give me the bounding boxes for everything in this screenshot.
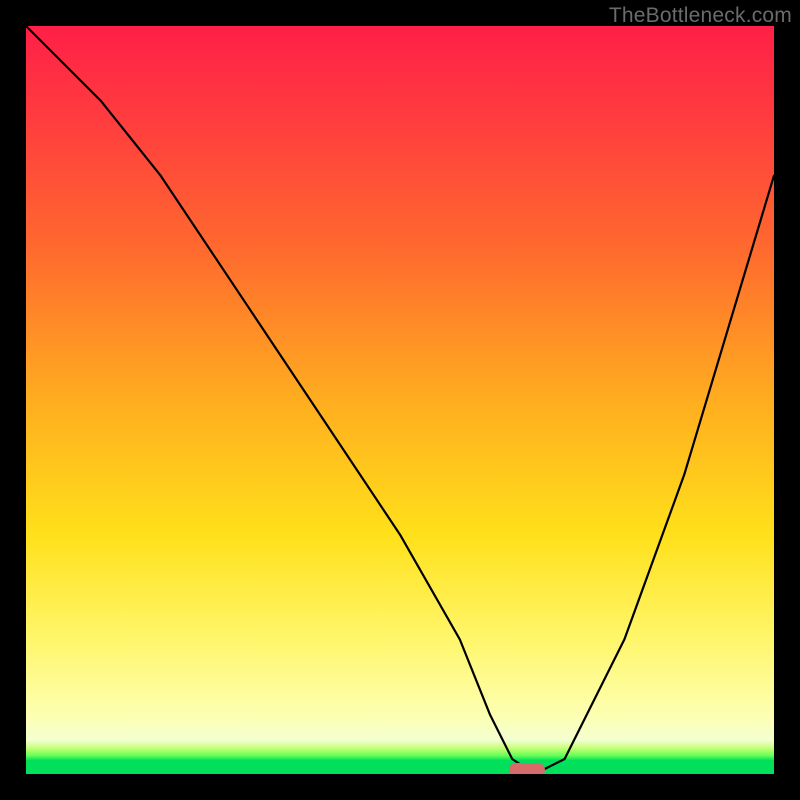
- chart-frame: TheBottleneck.com: [0, 0, 800, 800]
- optimal-marker: [509, 763, 545, 774]
- bottleneck-curve: [26, 26, 774, 774]
- plot-area: [26, 26, 774, 774]
- watermark-label: TheBottleneck.com: [609, 4, 792, 28]
